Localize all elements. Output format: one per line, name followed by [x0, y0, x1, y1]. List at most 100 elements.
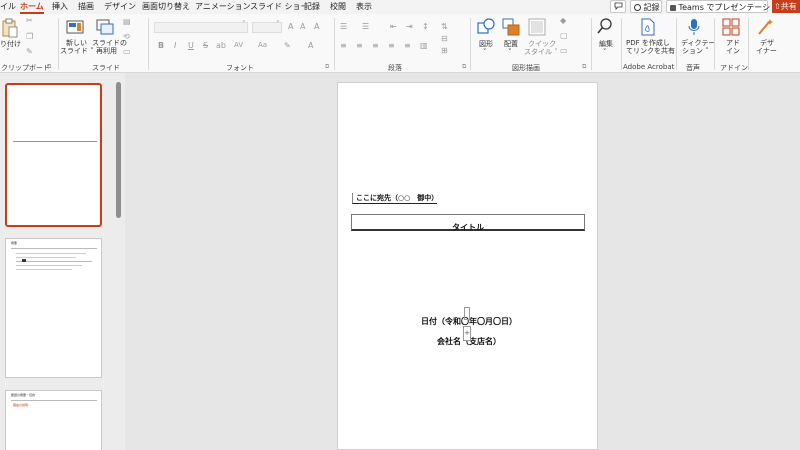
magnifier-icon[interactable]: [597, 18, 613, 36]
highlight-icon[interactable]: ✎: [284, 41, 291, 50]
editing-button[interactable]: 編集: [599, 40, 613, 48]
clipboard-launcher-icon[interactable]: ⧉: [47, 63, 51, 71]
comments-button[interactable]: [610, 0, 626, 13]
quick-styles-label[interactable]: クイック: [528, 40, 556, 48]
addins-label[interactable]: アド: [726, 39, 740, 47]
address-textbox[interactable]: ここに宛先（○○ 御中）: [352, 193, 438, 204]
designer-label[interactable]: デザ: [760, 39, 774, 47]
title-textbox[interactable]: タイトル: [351, 214, 585, 232]
quick-styles-icon[interactable]: [528, 18, 546, 36]
paste-button[interactable]: り付け: [0, 40, 21, 48]
change-case-button[interactable]: Aa: [258, 41, 267, 49]
tab-draw[interactable]: 描画: [78, 1, 94, 13]
chevron-down-icon[interactable]: ˅: [508, 48, 512, 56]
decrease-indent-icon[interactable]: ⇤: [390, 22, 397, 31]
increase-font-icon[interactable]: A: [288, 22, 293, 31]
arrange-button[interactable]: 配置: [504, 40, 518, 48]
tab-design[interactable]: デザイン: [104, 1, 136, 13]
slide-page[interactable]: ここに宛先（○○ 御中） タイトル 日付（令和〇年〇月〇日） 会社名（支店名） …: [337, 82, 598, 450]
font-name-combo[interactable]: [154, 22, 248, 33]
align-text-icon[interactable]: ⊟: [441, 34, 448, 43]
cut-icon[interactable]: ✂: [26, 16, 33, 25]
thumb-line: [16, 269, 72, 270]
chevron-down-icon[interactable]: ˅: [483, 48, 487, 56]
move-handle-icon[interactable]: +: [463, 326, 471, 341]
teams-present-button[interactable]: Teams でプレゼンテーション: [666, 0, 786, 13]
thumbnail-scrollbar[interactable]: [116, 82, 121, 218]
increase-indent-icon[interactable]: ⇥: [406, 22, 413, 31]
align-right-icon[interactable]: ≡: [372, 41, 379, 50]
addins-button[interactable]: イン: [726, 47, 740, 55]
char-spacing-button[interactable]: AV: [234, 41, 243, 49]
shapes-icon[interactable]: [477, 18, 495, 36]
reset-icon[interactable]: ⟲: [123, 32, 130, 41]
tab-record[interactable]: 記録: [304, 1, 320, 13]
bullets-icon[interactable]: ☰: [340, 22, 347, 31]
create-pdf-label[interactable]: PDF を作成し: [626, 39, 670, 47]
columns-icon[interactable]: ▥: [420, 41, 428, 50]
microphone-icon[interactable]: [688, 18, 700, 36]
reuse-slides-label[interactable]: スライドの: [92, 39, 127, 47]
layout-icon[interactable]: ▤: [123, 17, 131, 26]
acrobat-pdf-icon[interactable]: [640, 18, 656, 36]
numbering-icon[interactable]: ☰: [362, 22, 369, 31]
align-center-icon[interactable]: ≡: [356, 41, 363, 50]
share-icon: ⇧: [774, 2, 781, 11]
tab-transitions[interactable]: 画面切り替え: [142, 1, 190, 13]
tab-file[interactable]: イル: [0, 1, 16, 13]
slide-thumbnail-3[interactable]: 履歴の概要・目的 理由の説明: [5, 390, 102, 450]
shape-effects-icon[interactable]: ▭: [560, 46, 568, 55]
line-spacing-icon[interactable]: ↕: [422, 22, 429, 31]
new-slide-label[interactable]: 新しい: [66, 39, 87, 47]
reuse-slides-icon[interactable]: [96, 19, 114, 35]
text-direction-icon[interactable]: ⇅: [441, 22, 448, 31]
dictate-label[interactable]: ディクテー: [681, 39, 716, 47]
tab-view[interactable]: 表示: [356, 1, 372, 13]
align-left-icon[interactable]: ≡: [340, 41, 347, 50]
bold-button[interactable]: B: [158, 41, 164, 50]
paste-icon[interactable]: [2, 18, 18, 38]
font-color-icon[interactable]: A: [308, 41, 313, 50]
justify-icon[interactable]: ≡: [388, 41, 395, 50]
italic-button[interactable]: I: [174, 41, 176, 50]
shape-fill-icon[interactable]: ◆: [560, 16, 566, 25]
arrange-icon[interactable]: [502, 18, 520, 36]
tab-home[interactable]: ホーム: [20, 1, 44, 14]
new-slide-icon[interactable]: [66, 19, 84, 35]
copy-icon[interactable]: ❐: [26, 32, 33, 41]
smartart-icon[interactable]: ⊞: [441, 46, 448, 55]
share-button[interactable]: ⇧共有: [772, 0, 800, 13]
record-button[interactable]: 記録: [630, 0, 662, 13]
designer-icon[interactable]: [757, 18, 775, 36]
shape-outline-icon[interactable]: ▢: [560, 31, 568, 40]
designer-button[interactable]: イナー: [756, 47, 777, 55]
create-pdf-button[interactable]: てリンクを共有: [626, 47, 675, 55]
font-launcher-icon[interactable]: ⧉: [325, 63, 329, 71]
shapes-button[interactable]: 図形: [479, 40, 493, 48]
strikethrough-button[interactable]: S: [203, 41, 208, 50]
clear-format-icon[interactable]: A: [314, 22, 319, 31]
shadow-button[interactable]: ab: [216, 41, 226, 50]
drawing-launcher-icon[interactable]: ⧉: [582, 63, 586, 71]
tab-review[interactable]: 校閲: [330, 1, 346, 13]
dictate-button[interactable]: ション ˅: [682, 47, 709, 55]
paste-dropdown-icon[interactable]: ˅: [6, 48, 10, 56]
reuse-slides-button[interactable]: 再利用: [96, 47, 117, 55]
chevron-down-icon[interactable]: ˅: [603, 48, 607, 56]
slide-thumbnail-2[interactable]: 概要: [5, 238, 102, 378]
addins-icon[interactable]: [722, 18, 740, 36]
distribute-icon[interactable]: ≡: [404, 41, 411, 50]
tab-slideshow[interactable]: スライド ショー: [250, 1, 309, 13]
paragraph-launcher-icon[interactable]: ⧉: [462, 63, 466, 71]
tab-insert[interactable]: 挿入: [52, 1, 68, 13]
slide-thumbnail-1[interactable]: [5, 83, 102, 227]
underline-button[interactable]: U: [188, 41, 194, 50]
chevron-down-icon[interactable]: ˅: [242, 20, 246, 28]
chevron-down-icon[interactable]: ˅: [276, 20, 280, 28]
new-slide-button[interactable]: スライド ˅: [60, 47, 94, 55]
decrease-font-icon[interactable]: A: [300, 22, 305, 31]
format-painter-icon[interactable]: ✎: [26, 47, 33, 56]
tab-animations[interactable]: アニメーション: [195, 1, 251, 13]
quick-styles-button[interactable]: スタイル ˅: [524, 48, 558, 56]
section-icon[interactable]: ▭: [123, 47, 131, 56]
